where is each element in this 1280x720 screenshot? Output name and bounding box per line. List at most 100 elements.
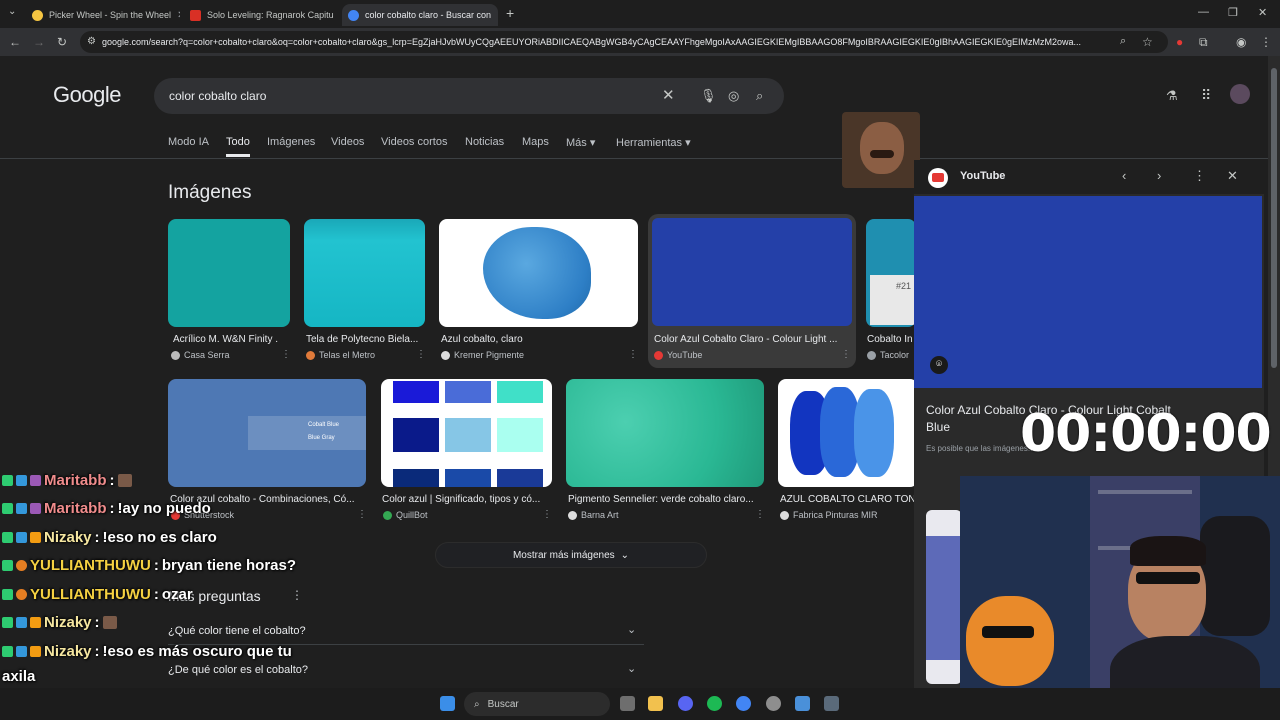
microphone-icon[interactable]: 🎙 [700,88,717,104]
image-source[interactable]: Telas el Metro [306,350,375,360]
tab-imagenes[interactable]: Imágenes [267,136,315,148]
chevron-down-icon[interactable]: ⌄ [627,623,636,636]
image-thumbnail[interactable] [168,219,290,327]
image-source[interactable]: Barna Art [568,510,619,520]
image-thumbnail[interactable] [778,379,918,487]
image-thumbnail[interactable] [381,379,552,487]
show-more-images-button[interactable]: Mostrar más imágenes ⌄ [435,542,707,568]
chrome-icon[interactable] [736,696,751,711]
tab-noticias[interactable]: Noticias [465,136,504,148]
tab-search-icon[interactable]: ⌄ [8,6,16,17]
image-caption[interactable]: Pigmento Sennelier: verde cobalto claro.… [568,494,762,505]
emote-icon [102,616,117,629]
extensions-puzzle-icon[interactable]: ⧉ [1199,35,1208,50]
more-options-icon[interactable]: ⋮ [841,349,851,360]
maximize-button[interactable]: ❐ [1228,6,1238,19]
browser-tab-picker-wheel[interactable]: Picker Wheel - Spin the Wheel ✕ [26,4,180,26]
chat-text: !ay no puedo [117,500,211,517]
reload-icon[interactable]: ↻ [57,35,67,49]
image-caption[interactable]: AZUL COBALTO CLARO TON [780,494,916,505]
task-view-icon[interactable] [620,696,635,711]
google-logo[interactable]: Google [53,82,121,108]
tab-close-icon[interactable]: ✕ [497,10,498,21]
source-favicon-icon [441,350,450,360]
tab-videos[interactable]: Videos [331,136,364,148]
windows-start-icon[interactable] [440,696,455,711]
youtube-video-preview[interactable]: ⌾ [914,196,1262,388]
image-caption[interactable]: Cobalto In [867,334,915,345]
lens-search-icon[interactable]: ⌾ [930,356,948,374]
search-input[interactable]: color cobalto claro ✕ 🎙 ◎ ⌕ [154,78,784,114]
clear-icon[interactable]: ✕ [662,86,675,104]
image-caption[interactable]: Color azul | Significado, tipos y có... [382,494,548,505]
youtube-favicon-icon [654,350,663,360]
image-caption[interactable]: Azul cobalto, claro [441,334,631,345]
tab-modo-ia[interactable]: Modo IA [168,136,209,148]
tab-herramientas[interactable]: Herramientas ▾ [616,136,691,149]
image-thumbnail[interactable] [566,379,764,487]
image-thumbnail[interactable] [304,219,425,327]
image-caption[interactable]: Acrílico M. W&N Finity ... [173,334,278,345]
image-thumbnail[interactable]: #21 [866,219,916,327]
zoom-icon[interactable]: ⌕ [1120,35,1126,48]
more-options-icon[interactable]: ⋮ [628,349,638,360]
more-options-icon[interactable]: ⋮ [416,349,426,360]
search-icon[interactable]: ⌕ [756,88,763,104]
site-info-icon[interactable]: ⚙ [87,36,96,47]
obs-icon[interactable] [766,696,781,711]
lens-camera-icon[interactable]: ◎ [728,88,739,104]
image-source[interactable]: QuillBot [383,510,428,520]
tab-videos-cortos[interactable]: Videos cortos [381,136,447,148]
browser-tab-google-search[interactable]: color cobalto claro - Buscar con ✕ [342,4,498,26]
image-source[interactable]: Fabrica Pinturas MIR [780,510,916,520]
tab-maps[interactable]: Maps [522,136,549,148]
extension-icon[interactable]: ● [1176,35,1183,49]
account-avatar[interactable] [1230,84,1250,104]
more-options-icon[interactable]: ⋮ [291,588,303,602]
close-icon[interactable]: ✕ [1227,168,1238,184]
image-caption[interactable]: Tela de Polytecno Biela... [306,334,422,345]
tab-close-icon[interactable]: ✕ [177,10,180,21]
calculator-icon[interactable] [824,696,839,711]
more-options-icon[interactable]: ⋮ [755,509,765,520]
swatch-label: Blue Gray [308,435,335,441]
image-source[interactable]: Kremer Pigmente [441,350,524,360]
bookmark-star-icon[interactable]: ☆ [1142,35,1153,49]
more-options-icon[interactable]: ⋮ [281,349,291,360]
taskbar-search[interactable]: ⌕ Buscar [464,692,610,716]
paa-question[interactable]: ¿Qué color tiene el cobalto? [168,625,306,637]
spotify-icon[interactable] [707,696,722,711]
minimize-button[interactable]: — [1198,6,1209,18]
apps-grid-icon[interactable]: ⠿ [1201,87,1211,104]
more-options-icon[interactable]: ⋮ [1193,168,1206,184]
chat-message: Maritabb: !ay no puedo [2,500,211,517]
close-window-button[interactable]: ✕ [1258,6,1267,19]
tab-mas[interactable]: Más ▾ [566,136,595,149]
back-arrow-icon[interactable]: ← [9,35,21,49]
chrome-menu-icon[interactable]: ⋮ [1260,35,1272,49]
labs-flask-icon[interactable]: ⚗ [1166,88,1178,104]
image-source[interactable]: Casa Serra [171,350,230,360]
image-source[interactable]: Tacolor [867,350,915,360]
tab-todo[interactable]: Todo [226,136,250,157]
chat-message: Nizaky: !eso es más oscuro que tu [2,643,292,660]
image-thumbnail[interactable] [439,219,638,327]
scrollbar-thumb[interactable] [1271,68,1277,368]
image-thumbnail[interactable]: Cobalt Blue Blue Gray [168,379,366,487]
new-tab-button[interactable]: + [506,5,514,21]
back-chevron-icon[interactable]: ‹ [1122,168,1126,183]
image-source[interactable]: YouTube [654,350,702,360]
notepad-icon[interactable] [795,696,810,711]
discord-icon[interactable] [678,696,693,711]
address-bar[interactable]: google.com/search?q=color+cobalto+claro&… [80,31,1168,53]
image-caption[interactable]: Color Azul Cobalto Claro - Colour Light … [654,334,846,345]
chevron-down-icon[interactable]: ⌄ [627,662,636,675]
forward-arrow-icon[interactable]: → [33,35,45,49]
forward-chevron-icon[interactable]: › [1157,168,1161,183]
paa-question[interactable]: ¿De qué color es el cobalto? [168,664,308,676]
more-options-icon[interactable]: ⋮ [357,509,367,520]
more-options-icon[interactable]: ⋮ [542,509,552,520]
profile-avatar-icon[interactable]: ◉ [1236,35,1246,49]
file-explorer-icon[interactable] [648,696,663,711]
browser-tab-solo-leveling[interactable]: Solo Leveling: Ragnarok Capitu ✕ [184,4,340,26]
